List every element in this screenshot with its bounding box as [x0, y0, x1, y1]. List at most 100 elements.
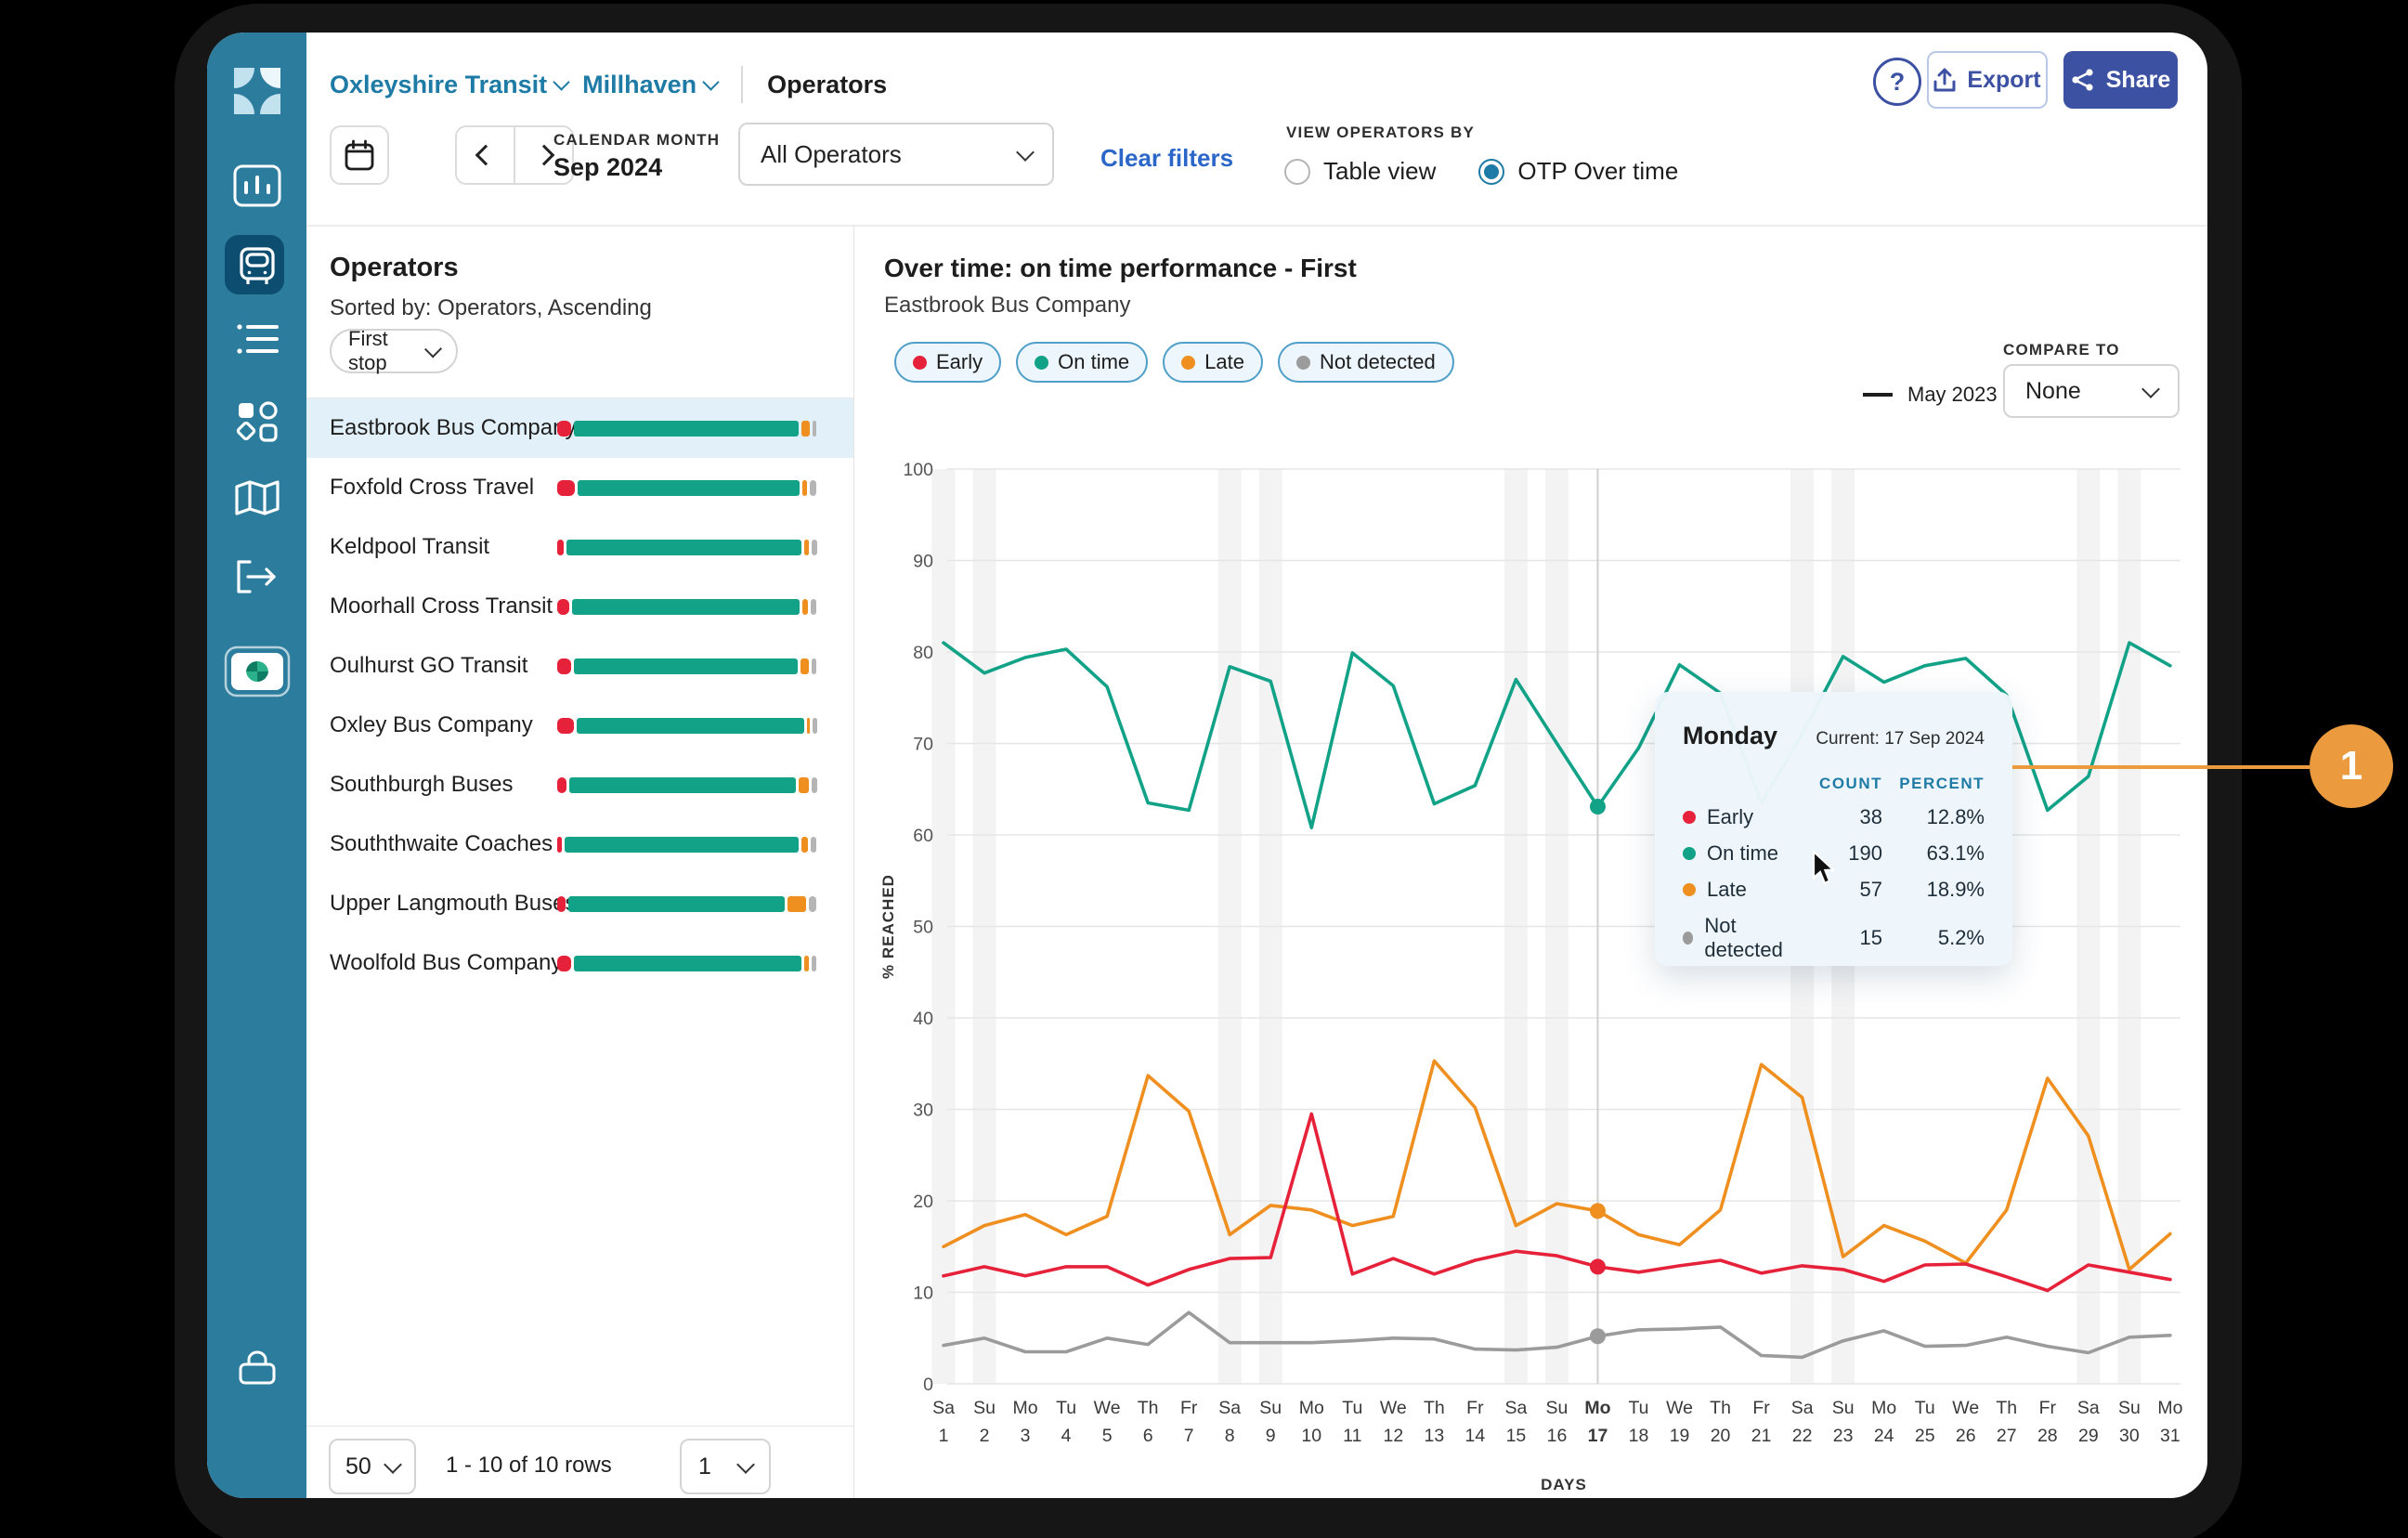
sidebar-item-list[interactable] — [207, 322, 306, 356]
legend-pill-early[interactable]: Early — [894, 342, 1001, 383]
bar-early-segment — [557, 480, 575, 496]
x-tick-weekday: Sa — [2077, 1398, 2100, 1418]
x-tick-weekday: Th — [1710, 1398, 1731, 1418]
clear-filters-link[interactable]: Clear filters — [1100, 144, 1233, 173]
page-title: Operators — [767, 71, 887, 99]
sidebar-item-lock[interactable] — [207, 1349, 306, 1387]
bar-ontime-segment — [577, 718, 804, 734]
calendar-button[interactable] — [330, 125, 389, 185]
radio-off-icon — [1284, 159, 1310, 185]
x-tick-day: 14 — [1465, 1426, 1486, 1446]
app-window: Oxleyshire Transit Millhaven Operators ?… — [207, 33, 2207, 1498]
operator-otp-bar — [557, 896, 817, 912]
chevron-down-icon — [736, 1455, 755, 1474]
x-tick-weekday: We — [1094, 1398, 1121, 1418]
bar-notdetected-segment — [811, 837, 816, 853]
operator-row[interactable]: Souththwaite Coaches — [306, 815, 853, 874]
bar-ontime-segment — [574, 956, 801, 971]
operator-row[interactable]: Keldpool Transit — [306, 517, 853, 577]
y-tick-label: 70 — [913, 735, 933, 755]
bar-early-segment — [557, 718, 574, 734]
legend-label: Not detected — [1320, 350, 1436, 374]
x-tick-weekday: We — [1380, 1398, 1407, 1418]
x-tick-weekday: Mo — [1013, 1398, 1038, 1418]
operator-otp-bar — [557, 599, 817, 615]
x-tick-weekday: We — [1666, 1398, 1693, 1418]
operator-name: Souththwaite Coaches — [330, 831, 553, 857]
operator-row[interactable]: Oxley Bus Company — [306, 696, 853, 755]
operator-row[interactable]: Southburgh Buses — [306, 755, 853, 815]
breadcrumb-org[interactable]: Oxleyshire Transit — [330, 71, 567, 99]
legend-pill-not-detected[interactable]: Not detected — [1278, 342, 1454, 383]
radio-table-view[interactable]: Table view — [1284, 157, 1436, 186]
operators-panel-title: Operators — [330, 253, 459, 283]
stop-select[interactable]: First stop — [330, 329, 458, 373]
rows-range-label: 1 - 10 of 10 rows — [446, 1453, 612, 1479]
screenshot-stage: Oxleyshire Transit Millhaven Operators ?… — [0, 0, 2408, 1538]
otp-line-chart[interactable]: 0102030405060708090100Sa1Su2Mo3Tu4We5Th6… — [848, 441, 2192, 1498]
tooltip-percent-header: PERCENT — [1899, 775, 1985, 793]
compare-to-select[interactable]: None — [2003, 364, 2180, 418]
comparison-legend-label: May 2023 — [1907, 383, 1998, 407]
sidebar-item-logout[interactable] — [207, 560, 306, 593]
bar-early-segment — [557, 658, 571, 674]
x-tick-weekday: Sa — [1504, 1398, 1527, 1418]
help-button[interactable]: ? — [1873, 58, 1921, 106]
x-tick-day: 13 — [1425, 1426, 1445, 1446]
bar-notdetected-segment — [812, 540, 817, 555]
bar-late-segment — [787, 896, 806, 912]
operator-row[interactable]: Eastbrook Bus Company — [306, 398, 853, 458]
operator-row[interactable]: Foxfold Cross Travel — [306, 458, 853, 517]
x-tick-weekday: Mo — [1871, 1398, 1896, 1418]
operator-row[interactable]: Moorhall Cross Transit — [306, 577, 853, 636]
x-tick-weekday: Sa — [1218, 1398, 1241, 1418]
x-tick-weekday: Tu — [1915, 1398, 1935, 1418]
mouse-cursor — [1810, 850, 1842, 887]
bar-early-segment — [557, 837, 562, 853]
x-tick-day: 18 — [1629, 1426, 1649, 1446]
legend-label: Late — [1204, 350, 1244, 374]
breadcrumb-region[interactable]: Millhaven — [582, 71, 717, 99]
bus-icon — [237, 246, 278, 287]
x-tick-weekday: Fr — [1752, 1398, 1770, 1418]
operator-row[interactable]: Woolfold Bus Company — [306, 933, 853, 993]
export-button[interactable]: Export — [1927, 51, 2048, 109]
sidebar-item-blocks[interactable] — [207, 400, 306, 443]
tooltip-row-label: Not detected — [1683, 914, 1799, 962]
operators-filter-value: All Operators — [761, 140, 902, 169]
hover-marker-not-detected — [1590, 1328, 1606, 1344]
share-button[interactable]: Share — [2063, 51, 2178, 109]
bar-late-segment — [807, 718, 810, 734]
bar-ontime-segment — [574, 421, 799, 437]
chevron-down-icon — [702, 73, 719, 90]
bar-late-segment — [802, 480, 806, 496]
page-size-select[interactable]: 50 — [329, 1439, 416, 1494]
sidebar-item-map[interactable] — [207, 480, 306, 515]
radio-otp-over-time[interactable]: OTP Over time — [1478, 157, 1678, 186]
x-tick-weekday: Sa — [1791, 1398, 1814, 1418]
page-select[interactable]: 1 — [680, 1439, 771, 1494]
operator-row[interactable]: Oulhurst GO Transit — [306, 636, 853, 696]
x-tick-weekday: Th — [1138, 1398, 1159, 1418]
x-tick-day: 22 — [1792, 1426, 1813, 1446]
sidebar-item-app-badge[interactable] — [207, 645, 306, 697]
sidebar-item-reports[interactable] — [207, 164, 306, 207]
breadcrumb-org-label: Oxleyshire Transit — [330, 71, 547, 99]
bar-chart-icon — [233, 164, 281, 207]
view-by-radios: Table view OTP Over time — [1284, 157, 1678, 186]
logout-icon — [235, 560, 280, 593]
sidebar-item-operators[interactable] — [207, 246, 306, 287]
x-tick-day: 20 — [1711, 1426, 1731, 1446]
x-tick-weekday: We — [1952, 1398, 1979, 1418]
stop-select-value: First stop — [348, 327, 427, 375]
chart-subtitle: Eastbrook Bus Company — [884, 293, 1130, 319]
prev-month-button[interactable] — [457, 127, 515, 183]
bar-notdetected-segment — [809, 896, 817, 912]
operators-filter-select[interactable]: All Operators — [738, 123, 1054, 186]
compare-to-label: COMPARE TO — [2003, 341, 2120, 359]
help-icon: ? — [1890, 68, 1906, 97]
legend-pill-late[interactable]: Late — [1163, 342, 1263, 383]
legend-pill-on-time[interactable]: On time — [1016, 342, 1148, 383]
operator-row[interactable]: Upper Langmouth Buses — [306, 874, 853, 933]
tooltip-row-percent: 18.9% — [1899, 878, 1985, 902]
